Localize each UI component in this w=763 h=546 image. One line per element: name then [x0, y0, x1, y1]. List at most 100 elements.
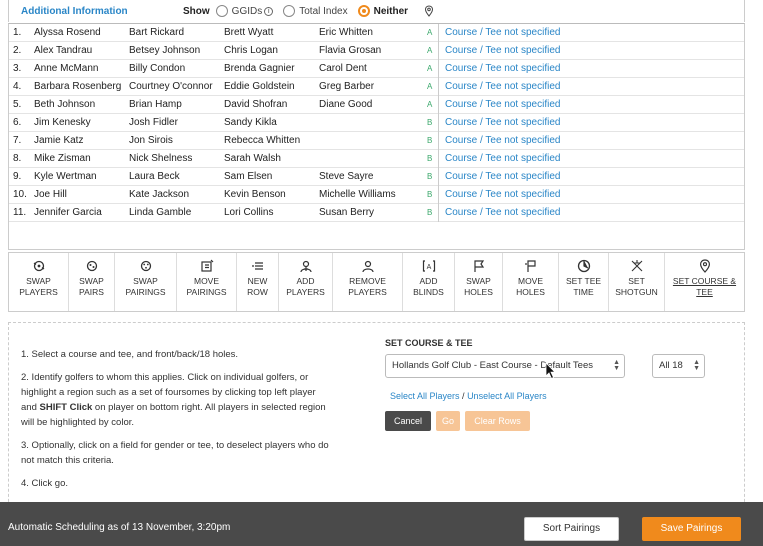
player-cell[interactable]: Jamie Katz: [34, 132, 83, 150]
player-cell[interactable]: Linda Gamble: [129, 204, 191, 222]
player-cell[interactable]: Chris Logan: [224, 42, 278, 60]
player-cell[interactable]: Alex Tandrau: [34, 42, 92, 60]
toolbar-newrow-button[interactable]: NEW ROW: [237, 253, 279, 311]
player-cell[interactable]: Brian Hamp: [129, 96, 182, 114]
player-cell[interactable]: Brenda Gagnier: [224, 60, 295, 78]
radio-neither-button[interactable]: [357, 5, 370, 17]
course-tee-link[interactable]: Course / Tee not specified: [445, 78, 560, 96]
player-cell[interactable]: Jim Kenesky: [34, 114, 91, 132]
player-cell[interactable]: Betsey Johnson: [129, 42, 200, 60]
player-cell[interactable]: Mike Zisman: [34, 150, 91, 168]
toolbar-addblinds-button[interactable]: A ADD BLINDS: [403, 253, 455, 311]
course-tee-link[interactable]: Course / Tee not specified: [445, 168, 560, 186]
group-badge: B: [427, 208, 433, 217]
toolbar-addplayers-button[interactable]: ADD PLAYERS: [279, 253, 333, 311]
toolbar-label-line1: SWAP: [133, 276, 158, 286]
player-cell[interactable]: Sarah Walsh: [224, 150, 281, 168]
toolbar-label-line1: SET TEE: [565, 276, 602, 286]
player-cell[interactable]: Bart Rickard: [129, 24, 184, 42]
table-row[interactable]: 3. Anne McMann Billy Condon Brenda Gagnier C…: [9, 60, 744, 78]
player-cell[interactable]: Laura Beck: [129, 168, 180, 186]
table-row[interactable]: 2. Alex Tandrau Betsey Johnson Chris Logan F…: [9, 42, 744, 60]
course-tee-link[interactable]: Course / Tee not specified: [445, 204, 560, 222]
player-cell[interactable]: Kevin Benson: [224, 186, 286, 204]
table-row[interactable]: 7. Jamie Katz Jon Sirois Rebecca Whitten B Co…: [9, 132, 744, 150]
select-all-link[interactable]: Select All Players: [390, 391, 460, 401]
player-cell[interactable]: Alyssa Rosend: [34, 24, 101, 42]
go-button[interactable]: Go: [436, 411, 460, 431]
player-cell[interactable]: Sam Elsen: [224, 168, 272, 186]
table-row[interactable]: 6. Jim Kenesky Josh Fidler Sandy Kikla B Cour…: [9, 114, 744, 132]
player-cell[interactable]: Steve Sayre: [319, 168, 373, 186]
table-row[interactable]: 10. Joe Hill Kate Jackson Kevin Benson Miche…: [9, 186, 744, 204]
radio-ggids[interactable]: GGIDs i: [215, 5, 274, 17]
course-tee-link[interactable]: Course / Tee not specified: [445, 114, 560, 132]
additional-info-title[interactable]: Additional Information: [21, 6, 183, 17]
player-cell[interactable]: David Shofran: [224, 96, 287, 114]
radio-ggids-button[interactable]: [215, 5, 228, 17]
course-tee-link[interactable]: Course / Tee not specified: [445, 24, 560, 42]
player-cell[interactable]: Nick Shelness: [129, 150, 192, 168]
radio-total-index-button[interactable]: [283, 5, 296, 17]
player-cell[interactable]: Kate Jackson: [129, 186, 189, 204]
course-tee-link[interactable]: Course / Tee not specified: [445, 42, 560, 60]
player-cell[interactable]: Flavia Grosan: [319, 42, 381, 60]
course-tee-link[interactable]: Course / Tee not specified: [445, 96, 560, 114]
player-cell[interactable]: Beth Johnson: [34, 96, 95, 114]
player-cell[interactable]: Anne McMann: [34, 60, 98, 78]
toolbar-swappairings-button[interactable]: SWAP PAIRINGS: [115, 253, 177, 311]
radio-neither[interactable]: Neither: [357, 5, 408, 17]
player-cell[interactable]: Eddie Goldstein: [224, 78, 295, 96]
toolbar-label-line2: PAIRINGS: [186, 287, 227, 297]
toolbar-set-course-tee-button[interactable]: SET COURSE & TEE: [665, 253, 744, 311]
course-tee-select[interactable]: Hollands Golf Club - East Course - Defau…: [385, 354, 625, 378]
toolbar-label-line1: SET COURSE &: [672, 276, 737, 286]
player-cell[interactable]: Kyle Wertman: [34, 168, 97, 186]
player-cell[interactable]: Michelle Williams: [319, 186, 396, 204]
player-cell[interactable]: Carol Dent: [319, 60, 367, 78]
toolbar-swappairs-button[interactable]: SWAP PAIRS: [69, 253, 115, 311]
player-cell[interactable]: Brett Wyatt: [224, 24, 273, 42]
holes-select[interactable]: All 18 ▲ ▼: [652, 354, 705, 378]
toolbar-set-teetime-button[interactable]: SET TEE TIME: [559, 253, 609, 311]
toolbar-removeplayers-button[interactable]: REMOVE PLAYERS: [333, 253, 403, 311]
sort-pairings-button[interactable]: Sort Pairings: [524, 517, 619, 541]
toolbar-moveholes-button[interactable]: MOVE HOLES: [503, 253, 559, 311]
additional-info-bar: Additional Information Show GGIDs i Tota…: [8, 0, 745, 22]
course-tee-link[interactable]: Course / Tee not specified: [445, 132, 560, 150]
player-cell[interactable]: Josh Fidler: [129, 114, 178, 132]
cancel-button[interactable]: Cancel: [385, 411, 431, 431]
unselect-all-link[interactable]: Unselect All Players: [467, 391, 547, 401]
table-row[interactable]: 1. Alyssa Rosend Bart Rickard Brett Wyatt Er…: [9, 24, 744, 42]
player-cell[interactable]: Susan Berry: [319, 204, 374, 222]
player-cell[interactable]: Eric Whitten: [319, 24, 373, 42]
player-cell[interactable]: Diane Good: [319, 96, 372, 114]
table-row[interactable]: 8. Mike Zisman Nick Shelness Sarah Walsh B Co…: [9, 150, 744, 168]
toolbar-label-line2: ROW: [247, 287, 268, 297]
table-row[interactable]: 11. Jennifer Garcia Linda Gamble Lori Colli…: [9, 204, 744, 222]
player-cell[interactable]: Jennifer Garcia: [34, 204, 102, 222]
course-tee-link[interactable]: Course / Tee not specified: [445, 186, 560, 204]
player-cell[interactable]: Greg Barber: [319, 78, 374, 96]
radio-total-index[interactable]: Total Index: [283, 5, 348, 17]
toolbar-setshotgun-button[interactable]: SET SHOTGUN: [609, 253, 665, 311]
course-tee-link[interactable]: Course / Tee not specified: [445, 150, 560, 168]
table-row[interactable]: 4. Barbara Rosenberg Courtney O'connor Eddi…: [9, 78, 744, 96]
table-row[interactable]: 5. Beth Johnson Brian Hamp David Shofran Dia…: [9, 96, 744, 114]
player-cell[interactable]: Courtney O'connor: [129, 78, 213, 96]
player-cell[interactable]: Jon Sirois: [129, 132, 173, 150]
player-cell[interactable]: Rebecca Whitten: [224, 132, 300, 150]
clear-rows-button[interactable]: Clear Rows: [465, 411, 530, 431]
player-cell[interactable]: Billy Condon: [129, 60, 185, 78]
table-row[interactable]: 9. Kyle Wertman Laura Beck Sam Elsen Steve S…: [9, 168, 744, 186]
player-cell[interactable]: Joe Hill: [34, 186, 67, 204]
player-cell[interactable]: Barbara Rosenberg: [34, 78, 121, 96]
player-cell[interactable]: Sandy Kikla: [224, 114, 277, 132]
save-pairings-button[interactable]: Save Pairings: [642, 517, 741, 541]
toolbar-movepairings-button[interactable]: MOVE PAIRINGS: [177, 253, 237, 311]
info-icon[interactable]: i: [264, 6, 274, 16]
toolbar-swapholes-button[interactable]: SWAP HOLES: [455, 253, 503, 311]
toolbar-swapplayers-button[interactable]: SWAP PLAYERS: [9, 253, 69, 311]
course-tee-link[interactable]: Course / Tee not specified: [445, 60, 560, 78]
player-cell[interactable]: Lori Collins: [224, 204, 273, 222]
